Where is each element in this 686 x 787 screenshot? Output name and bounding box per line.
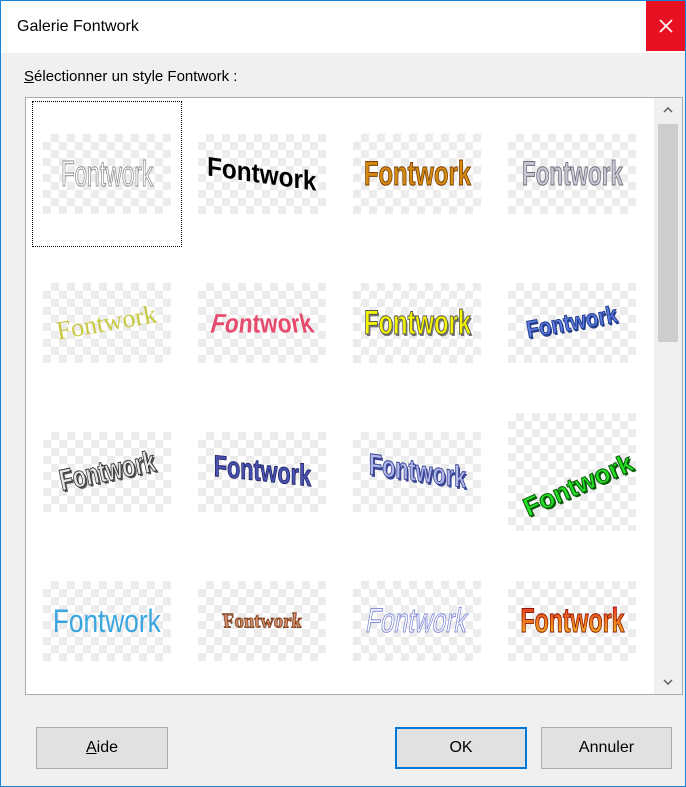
- style-preview: Fontwork: [353, 581, 481, 661]
- gallery-item-8[interactable]: Fontwork: [497, 250, 647, 396]
- style-preview: Fontwork: [353, 283, 481, 363]
- style-preview: Fontwork: [198, 134, 326, 214]
- gallery-item-12[interactable]: Fontwork: [497, 399, 647, 545]
- scroll-up-button[interactable]: [654, 98, 682, 122]
- style-preview: Fontwork: [43, 283, 171, 363]
- gallery-item-9[interactable]: Fontwork: [32, 399, 182, 545]
- style-preview: Fontwork: [353, 432, 481, 512]
- gallery-item-1[interactable]: Fontwork: [32, 101, 182, 247]
- prompt-text: électionner un style Fontwork :: [34, 68, 238, 85]
- fontwork-gallery-dialog: Galerie Fontwork Sélectionner un style F…: [0, 0, 686, 787]
- style-preview: Fontwork: [198, 432, 326, 512]
- title-bar: Galerie Fontwork: [1, 1, 685, 53]
- ok-button[interactable]: OK: [395, 727, 527, 769]
- chevron-up-icon: [663, 107, 673, 113]
- style-preview: Fontwork: [353, 134, 481, 214]
- cancel-button[interactable]: Annuler: [541, 727, 672, 769]
- fontwork-style-gallery[interactable]: Fontwork Fontwork Fontwork Fontwork Font…: [25, 97, 683, 695]
- style-preview: Fontwork: [508, 581, 636, 661]
- style-preview: Fontwork: [43, 581, 171, 661]
- window-title: Galerie Fontwork: [17, 18, 139, 35]
- gallery-item-15[interactable]: Fontwork: [342, 548, 492, 694]
- close-icon: [658, 19, 673, 33]
- chevron-down-icon: [663, 679, 673, 685]
- style-preview: Fontwork: [43, 432, 171, 512]
- style-preview: Fontwork: [198, 581, 326, 661]
- scrollbar-thumb[interactable]: [658, 124, 678, 342]
- prompt-accelerator: S: [24, 68, 35, 85]
- style-preview: Fontwork: [508, 134, 636, 214]
- gallery-prompt-label: Sélectionner un style Fontwork :: [24, 68, 237, 85]
- help-label: ide: [96, 739, 119, 756]
- style-preview: Fontwork: [508, 283, 636, 363]
- gallery-item-14[interactable]: Fontwork: [187, 548, 337, 694]
- gallery-item-5[interactable]: Fontwork: [32, 250, 182, 396]
- gallery-item-11[interactable]: Fontwork: [342, 399, 492, 545]
- gallery-item-13[interactable]: Fontwork: [32, 548, 182, 694]
- gallery-item-2[interactable]: Fontwork: [187, 101, 337, 247]
- gallery-item-6[interactable]: Fontwork: [187, 250, 337, 396]
- gallery-item-4[interactable]: Fontwork: [497, 101, 647, 247]
- gallery-item-10[interactable]: Fontwork: [187, 399, 337, 545]
- close-button[interactable]: [646, 1, 685, 51]
- style-preview: Fontwork: [508, 413, 638, 531]
- gallery-item-3[interactable]: Fontwork: [342, 101, 492, 247]
- style-preview: Fontwork: [43, 134, 171, 214]
- help-button[interactable]: Aide: [36, 727, 168, 769]
- gallery-scrollbar[interactable]: [654, 98, 682, 694]
- style-preview: Fontwork: [198, 283, 326, 363]
- gallery-item-7[interactable]: Fontwork: [342, 250, 492, 396]
- help-accelerator: A: [85, 739, 97, 756]
- scroll-down-button[interactable]: [654, 670, 682, 694]
- gallery-item-16[interactable]: Fontwork: [497, 548, 647, 694]
